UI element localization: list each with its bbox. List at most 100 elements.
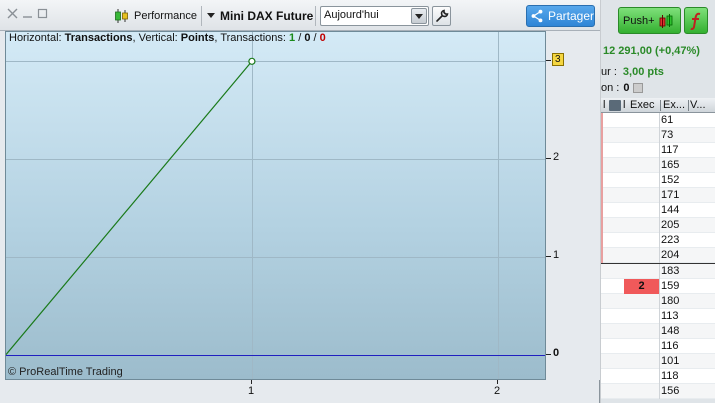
chart-canvas[interactable] bbox=[6, 32, 546, 380]
order-row[interactable]: 144 bbox=[601, 203, 715, 218]
order-row[interactable]: 183 bbox=[601, 264, 715, 279]
chart-header: Horizontal: Transactions, Vertical: Poin… bbox=[9, 32, 326, 44]
y-axis-label: 1 bbox=[553, 249, 560, 261]
toolbar-divider bbox=[315, 6, 316, 26]
order-row[interactable]: 180 bbox=[601, 294, 715, 309]
order-row[interactable]: 205 bbox=[601, 218, 715, 233]
order-row[interactable]: 148 bbox=[601, 324, 715, 339]
volume-cell: 118 bbox=[661, 370, 679, 382]
close-icon[interactable] bbox=[7, 8, 18, 19]
exec-cell[interactable] bbox=[624, 188, 660, 203]
column-header-exec[interactable]: Exec bbox=[630, 99, 654, 111]
volume-cell: 61 bbox=[661, 114, 674, 126]
y-axis[interactable]: 0 1 2 3 bbox=[546, 31, 600, 380]
order-row[interactable]: 156 bbox=[601, 384, 715, 399]
exec-cell[interactable]: 2 bbox=[624, 279, 660, 294]
candles-icon bbox=[659, 13, 672, 28]
transactions-loss-count: 0 bbox=[319, 32, 326, 44]
last-value-badge: 3 bbox=[552, 53, 564, 66]
share-button[interactable]: Partager bbox=[526, 5, 595, 27]
exec-cell[interactable] bbox=[624, 218, 660, 233]
vertical-value: Points bbox=[180, 32, 215, 44]
position-label: on : bbox=[601, 82, 620, 94]
horizontal-value: Transactions bbox=[64, 32, 133, 44]
exec-cell[interactable] bbox=[624, 233, 660, 248]
volume-cell: 113 bbox=[661, 310, 679, 322]
order-row[interactable]: 118 bbox=[601, 369, 715, 384]
volume-cell: 148 bbox=[661, 325, 680, 337]
push-plus-button[interactable]: Push+ bbox=[618, 7, 681, 34]
order-row[interactable]: 204 bbox=[601, 248, 715, 263]
x-axis-tick bbox=[497, 380, 498, 384]
maximize-icon[interactable] bbox=[37, 8, 48, 19]
column-header-v[interactable]: V... bbox=[690, 99, 706, 111]
function-button[interactable] bbox=[684, 7, 708, 34]
share-icon bbox=[531, 9, 543, 23]
exec-cell[interactable] bbox=[624, 128, 660, 143]
row-marker bbox=[601, 143, 603, 158]
close-position-icon[interactable] bbox=[633, 83, 644, 93]
volume-cell: 171 bbox=[661, 189, 680, 201]
order-row[interactable]: 165 bbox=[601, 158, 715, 173]
exec-cell[interactable] bbox=[624, 203, 660, 218]
row-marker bbox=[601, 128, 603, 143]
column-header-ex[interactable]: Ex... bbox=[663, 99, 685, 111]
exec-cell[interactable] bbox=[624, 248, 660, 263]
row-marker bbox=[601, 248, 603, 263]
order-panel: Push+ 12 291,00 (+0,47%) ur : 3,00 pts on… bbox=[601, 0, 715, 403]
row-marker bbox=[601, 158, 603, 173]
x-axis-tick bbox=[251, 380, 252, 384]
instrument-selector[interactable]: Mini DAX Future bbox=[207, 7, 313, 25]
order-row[interactable]: 223 bbox=[601, 233, 715, 248]
order-row[interactable]: 113 bbox=[601, 309, 715, 324]
minimize-icon[interactable] bbox=[22, 8, 33, 19]
column-header-a[interactable]: l bbox=[603, 99, 605, 111]
exec-cell[interactable] bbox=[624, 354, 660, 369]
x-axis[interactable]: 12 bbox=[5, 380, 546, 403]
profit-label: ur : bbox=[601, 66, 617, 78]
exec-cell[interactable] bbox=[624, 294, 660, 309]
exec-cell[interactable] bbox=[624, 113, 660, 128]
volume-cell: 205 bbox=[661, 219, 680, 231]
column-divider[interactable] bbox=[660, 100, 661, 111]
volume-cell: 152 bbox=[661, 174, 680, 186]
performance-button[interactable]: Performance bbox=[114, 7, 197, 25]
order-row[interactable]: 2 159 bbox=[601, 279, 715, 294]
order-row[interactable]: 152 bbox=[601, 173, 715, 188]
exec-cell[interactable] bbox=[624, 384, 660, 399]
exec-cell[interactable] bbox=[624, 369, 660, 384]
price-quote: 12 291,00 (+0,47%) bbox=[603, 45, 700, 57]
performance-chart[interactable]: Horizontal: Transactions, Vertical: Poin… bbox=[5, 31, 546, 380]
exec-cell[interactable] bbox=[624, 309, 660, 324]
equity-curve-line bbox=[6, 60, 253, 355]
exec-cell[interactable] bbox=[624, 173, 660, 188]
cancel-orders-icon[interactable] bbox=[609, 100, 621, 111]
volume-cell: 156 bbox=[661, 385, 680, 397]
push-label: Push+ bbox=[623, 14, 655, 27]
exec-cell[interactable] bbox=[624, 264, 660, 279]
settings-button[interactable] bbox=[432, 6, 451, 26]
order-row[interactable]: 171 bbox=[601, 188, 715, 203]
column-divider[interactable] bbox=[688, 100, 689, 111]
order-row[interactable]: 61 bbox=[601, 113, 715, 128]
exec-cell[interactable] bbox=[624, 158, 660, 173]
volume-cell: 204 bbox=[661, 249, 680, 261]
order-row[interactable]: 116 bbox=[601, 339, 715, 354]
period-dropdown-button[interactable] bbox=[411, 8, 427, 24]
order-row[interactable]: 101 bbox=[601, 354, 715, 369]
row-marker bbox=[601, 233, 603, 248]
exec-cell[interactable] bbox=[624, 324, 660, 339]
window-toolbar: Performance Mini DAX Future Aujourd'hui … bbox=[0, 0, 600, 31]
vertical-prefix: , Vertical: bbox=[132, 32, 181, 44]
order-row[interactable]: 117 bbox=[601, 143, 715, 158]
column-header-b[interactable]: l bbox=[623, 99, 625, 111]
order-row[interactable]: 73 bbox=[601, 128, 715, 143]
exec-cell[interactable] bbox=[624, 339, 660, 354]
y-axis-tick bbox=[546, 158, 551, 159]
x-axis-label: 2 bbox=[494, 385, 501, 397]
exec-cell[interactable] bbox=[624, 143, 660, 158]
profit-value: 3,00 pts bbox=[622, 66, 664, 78]
period-select[interactable]: Aujourd'hui bbox=[320, 6, 429, 26]
volume-cell: 183 bbox=[661, 265, 680, 277]
y-axis-tick bbox=[546, 256, 551, 257]
